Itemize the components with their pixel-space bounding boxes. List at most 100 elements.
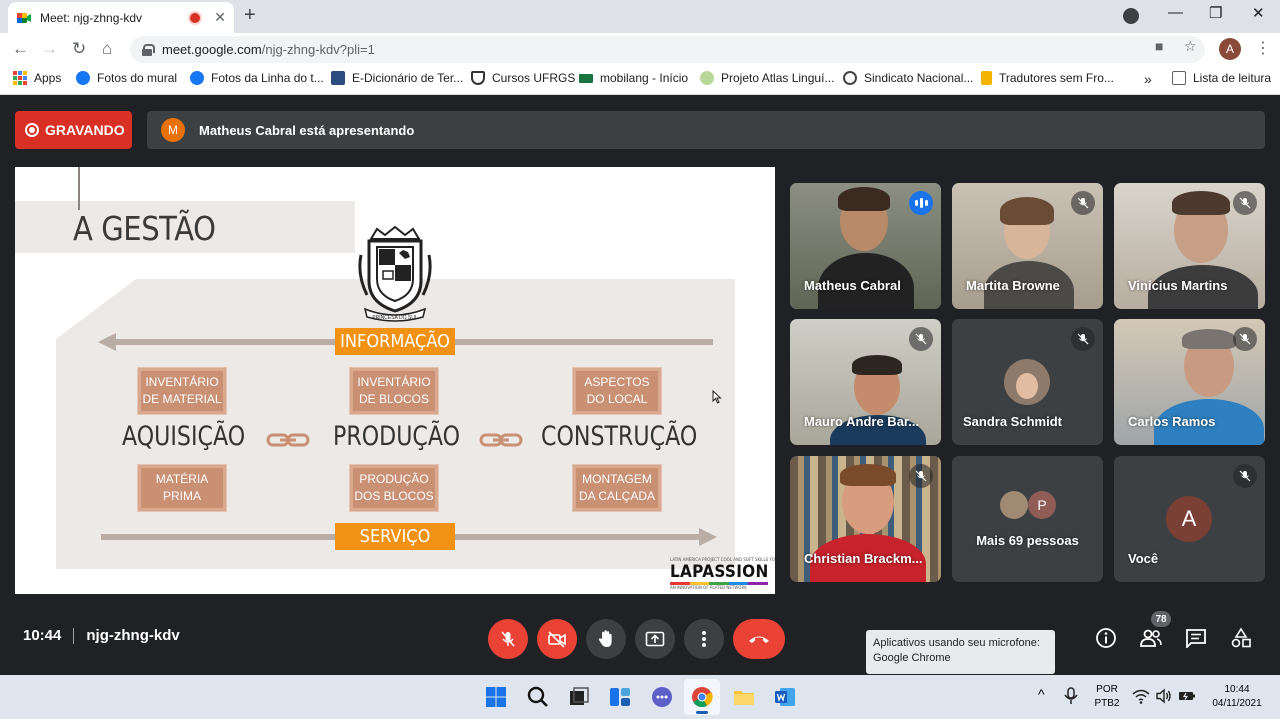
mic-muted-icon (1071, 191, 1095, 215)
camera-toggle-button[interactable] (537, 619, 577, 659)
teams-chat-icon[interactable] (650, 685, 674, 709)
bookmark-e-dicionario[interactable]: E-Dicionário de Ter... (331, 71, 463, 85)
bookmark-star-icon[interactable]: ☆ (1184, 38, 1197, 55)
participant-hair (852, 355, 902, 375)
wifi-icon[interactable] (1132, 687, 1150, 705)
hang-up-icon (749, 636, 769, 643)
chain-link-icon (479, 433, 523, 447)
slide-title: A GESTÃO (73, 209, 216, 248)
meeting-code: njg-zhng-kdv (86, 627, 180, 644)
profile-avatar[interactable]: A (1219, 38, 1241, 60)
activities-button[interactable] (1229, 626, 1253, 650)
address-bar[interactable]: meet.google.com/njg-zhng-kdv?pli=1 (130, 36, 1205, 63)
browser-tab-meet[interactable]: Meet: njg-zhng-kdv ✕ (8, 2, 234, 33)
input-language-indicator[interactable]: POR PTB2 (1090, 683, 1124, 711)
show-everyone-button[interactable] (1139, 626, 1163, 650)
tooltip-line2: Google Chrome (873, 652, 951, 664)
task-view-icon[interactable] (567, 685, 591, 709)
chat-icon (1186, 629, 1206, 648)
participant-tile-vinicius-martins[interactable]: Vinicius Martins (1114, 183, 1265, 309)
battery-charging-icon[interactable] (1178, 687, 1196, 705)
minimize-button[interactable]: — (1168, 4, 1183, 21)
reading-list-button[interactable]: Lista de leitura (1172, 71, 1271, 85)
mic-muted-icon (909, 464, 933, 488)
mic-muted-icon (909, 327, 933, 351)
show-hidden-icons-button[interactable]: ^ (1038, 687, 1045, 701)
present-now-button[interactable] (635, 619, 675, 659)
stage-producao: PRODUÇÃO (333, 421, 461, 452)
file-explorer-icon[interactable] (732, 685, 756, 709)
mic-usage-tooltip: Aplicativos usando seu microfone: Google… (866, 630, 1055, 674)
participant-name: Martita Browne (966, 278, 1060, 293)
more-options-button[interactable] (684, 619, 724, 659)
participant-tile-carlos-ramos[interactable]: Carlos Ramos (1114, 319, 1265, 445)
mic-toggle-button[interactable] (488, 619, 528, 659)
tab-search-icon[interactable] (1123, 8, 1139, 24)
bookmark-sindicato[interactable]: Sindicato Nacional... (843, 71, 973, 85)
volume-icon[interactable] (1155, 687, 1173, 705)
participant-name: Você (1128, 551, 1159, 566)
chrome-icon[interactable] (690, 685, 714, 709)
self-avatar: A (1166, 496, 1212, 542)
widgets-icon[interactable] (608, 685, 632, 709)
bookmark-tradutores[interactable]: Tradutores sem Fro... (981, 71, 1114, 85)
recording-badge: GRAVANDO (15, 111, 132, 149)
presenter-avatar: M (161, 118, 185, 142)
participant-tile-martita-browne[interactable]: Martita Browne (952, 183, 1103, 309)
camera-in-use-icon[interactable]: ■ (1155, 38, 1163, 54)
e-dicionario-icon (331, 71, 345, 85)
presenting-text: Matheus Cabral está apresentando (199, 122, 415, 138)
mouse-cursor-icon (712, 390, 722, 404)
participant-tile-mauro-andre[interactable]: Mauro Andre Bar... (790, 319, 941, 445)
mobilang-icon (579, 73, 593, 83)
atlas-icon (700, 71, 714, 85)
participant-name: Matheus Cabral (804, 278, 901, 293)
participant-tile-self[interactable]: A Você (1114, 456, 1265, 582)
bookmark-fotos-mural[interactable]: Fotos do mural (76, 71, 177, 85)
taskbar-clock[interactable]: 10:44 04/11/2021 (1203, 683, 1271, 711)
bookmark-apps[interactable]: Apps (13, 71, 61, 85)
raise-hand-button[interactable] (586, 619, 626, 659)
people-icon (1140, 629, 1162, 647)
bookmark-mobilang[interactable]: mobilang - Início (579, 71, 688, 85)
meeting-details-button[interactable] (1094, 626, 1118, 650)
service-label: SERVIÇO (335, 523, 455, 550)
leave-call-button[interactable] (733, 619, 785, 659)
microphone-in-use-icon[interactable] (1063, 687, 1079, 705)
windows-start-icon[interactable] (484, 685, 508, 709)
reload-button[interactable]: ↻ (72, 39, 86, 59)
record-icon (25, 123, 39, 137)
participant-tile-sandra-schmidt[interactable]: Sandra Schmidt (952, 319, 1103, 445)
maximize-button[interactable]: ❐ (1209, 4, 1222, 22)
chrome-menu-icon[interactable]: ⋮ (1255, 38, 1271, 58)
box-montagem-calcada: MONTAGEM DA CALÇADA (572, 464, 662, 512)
participant-hair (1172, 191, 1230, 215)
word-icon[interactable] (773, 685, 797, 709)
participant-hair (838, 187, 890, 211)
meeting-clock: 10:44 (23, 627, 62, 644)
participant-tile-matheus-cabral[interactable]: Matheus Cabral (790, 183, 941, 309)
mic-muted-icon (1233, 327, 1257, 351)
new-tab-button[interactable]: + (244, 4, 256, 27)
logo-subline: AN INNOVATION OF PLATED NETWORK (670, 585, 747, 590)
bookmark-cursos-ufrgs[interactable]: Cursos UFRGS (471, 71, 575, 85)
forward-button[interactable]: → (41, 39, 58, 59)
chat-button[interactable] (1184, 626, 1208, 650)
bookmark-projeto-atlas[interactable]: Projeto Atlas Linguí... (700, 71, 834, 85)
lock-icon (142, 44, 155, 56)
meet-window: GRAVANDO M Matheus Cabral está apresenta… (0, 96, 1280, 674)
meet-controls-bar: 10:44 njg-zhng-kdv 78 (0, 597, 1280, 675)
participant-tile-more-people[interactable]: P Mais 69 pessoas (952, 456, 1103, 582)
slide-panel-cut (56, 279, 136, 339)
browser-tab-strip: Meet: njg-zhng-kdv ✕ + — ❐ ✕ (0, 0, 1280, 33)
more-bookmarks-button[interactable]: » (1144, 71, 1152, 87)
close-window-button[interactable]: ✕ (1252, 4, 1265, 22)
home-button[interactable]: ⌂ (102, 39, 112, 59)
windows-taskbar: ^ POR PTB2 10:44 04/11/2021 (0, 675, 1280, 719)
activities-shapes-icon (1231, 627, 1251, 648)
back-button[interactable]: ← (12, 39, 29, 59)
participant-tile-christian-brackmann[interactable]: Christian Brackm... (790, 456, 941, 582)
tab-close-icon[interactable]: ✕ (214, 9, 226, 26)
bookmark-fotos-linha[interactable]: Fotos da Linha do t... (190, 71, 324, 85)
search-icon[interactable] (526, 685, 550, 709)
